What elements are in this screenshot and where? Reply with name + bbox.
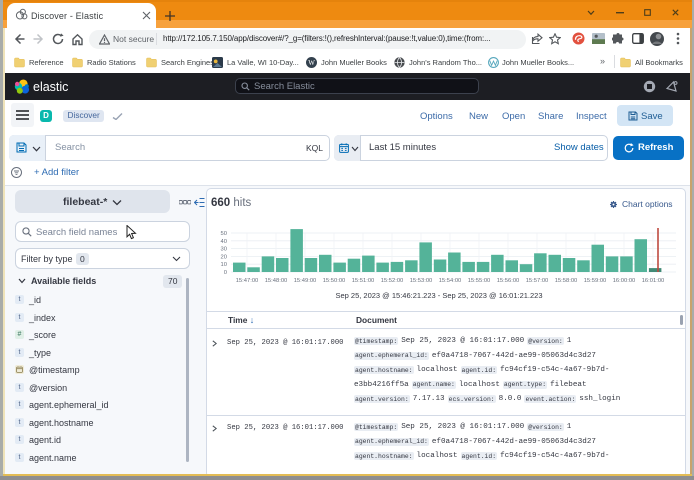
svg-text:16:01:00: 16:01:00	[642, 278, 665, 284]
svg-text:15:54:00: 15:54:00	[439, 278, 462, 284]
svg-text:40: 40	[221, 239, 227, 245]
svg-text:15:50:00: 15:50:00	[323, 278, 346, 284]
svg-text:15:47:00: 15:47:00	[236, 278, 259, 284]
svg-text:20: 20	[221, 254, 227, 260]
svg-text:16:00:00: 16:00:00	[613, 278, 636, 284]
svg-text:15:55:00: 15:55:00	[468, 278, 491, 284]
svg-text:15:52:00: 15:52:00	[381, 278, 404, 284]
svg-text:15:59:00: 15:59:00	[584, 278, 607, 284]
svg-text:15:48:00: 15:48:00	[265, 278, 288, 284]
svg-text:15:51:00: 15:51:00	[352, 278, 375, 284]
svg-text:15:58:00: 15:58:00	[555, 278, 578, 284]
svg-text:15:53:00: 15:53:00	[410, 278, 433, 284]
svg-text:0: 0	[224, 270, 227, 276]
svg-text:15:49:00: 15:49:00	[294, 278, 317, 284]
svg-text:50: 50	[221, 231, 227, 237]
svg-text:30: 30	[221, 247, 227, 253]
svg-text:15:57:00: 15:57:00	[526, 278, 549, 284]
svg-text:W: W	[308, 59, 315, 67]
svg-text:10: 10	[221, 262, 227, 268]
svg-text:15:56:00: 15:56:00	[497, 278, 520, 284]
